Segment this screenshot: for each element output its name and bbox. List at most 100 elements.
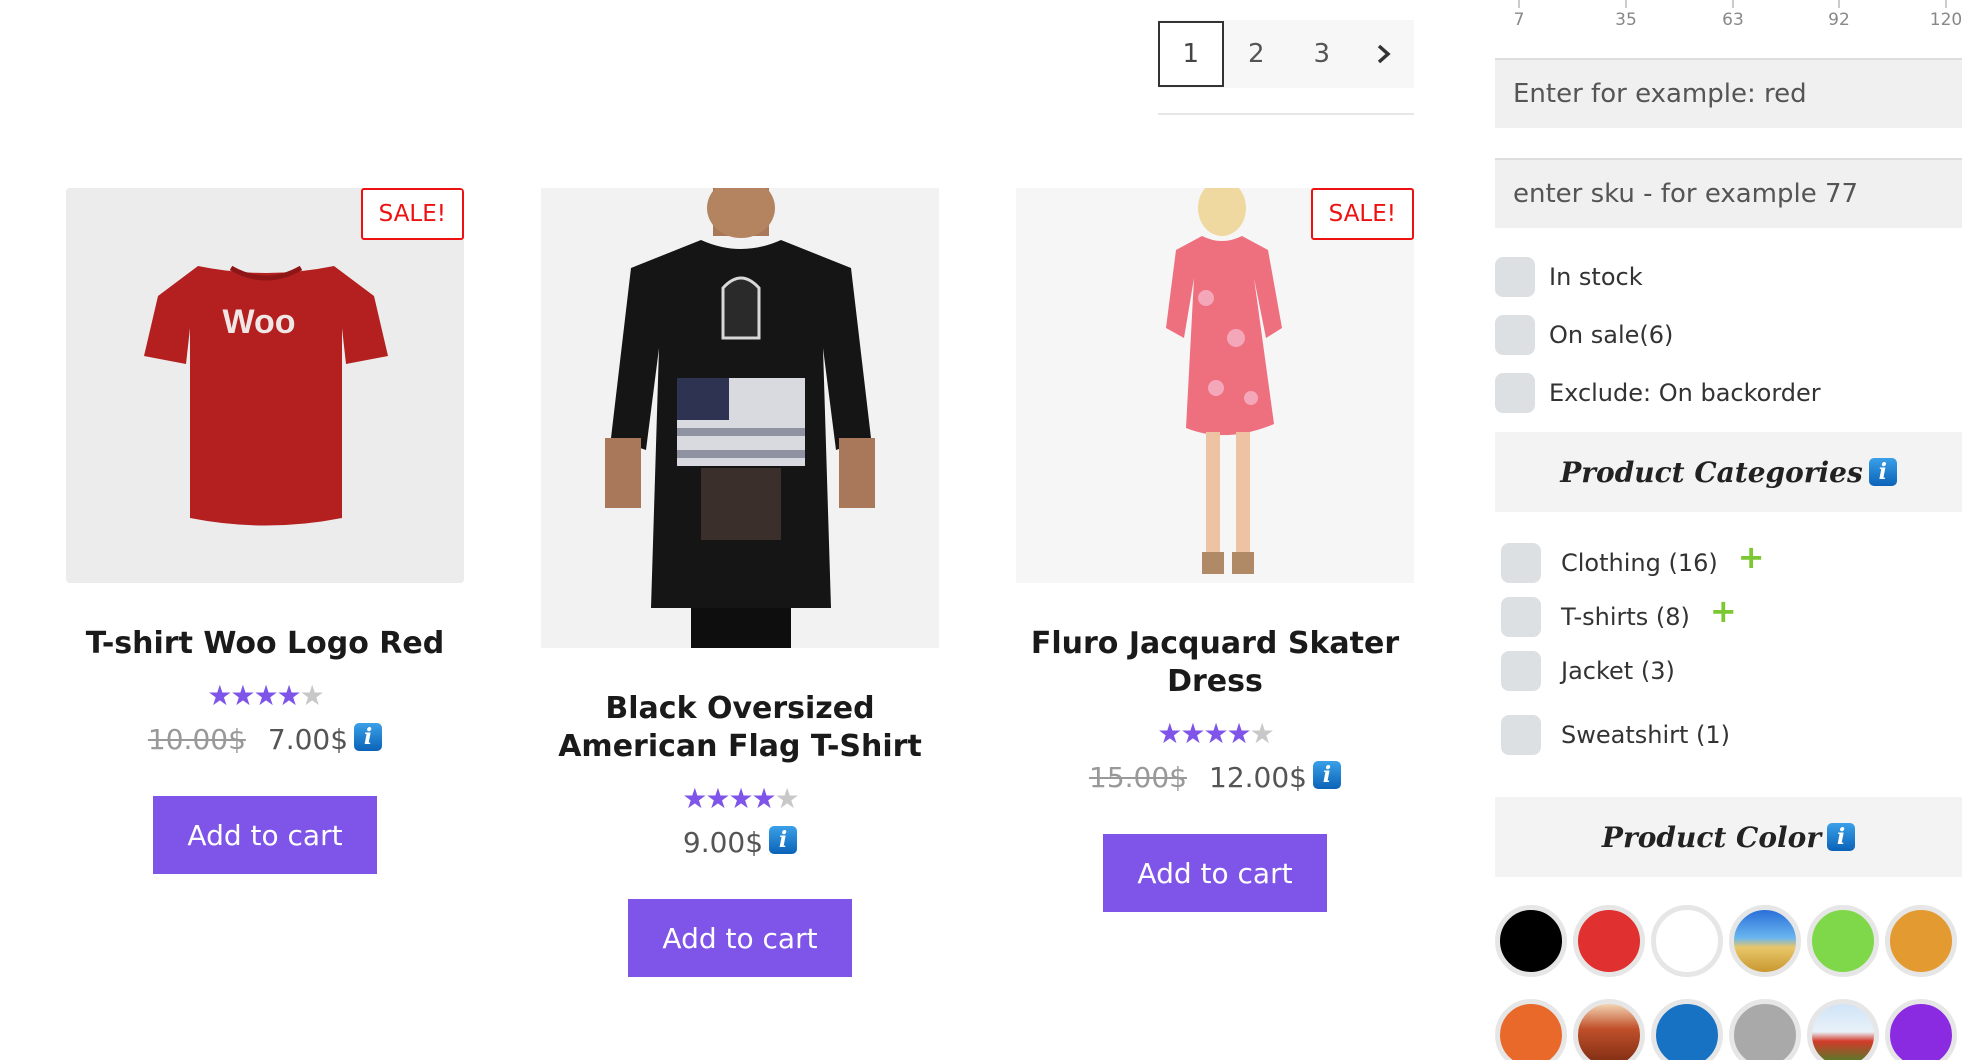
star-rating: ★ ★ ★ ★ ★ [66,681,464,711]
in-stock-checkbox[interactable] [1495,257,1535,297]
plus-icon[interactable]: + [1710,595,1737,627]
product-image[interactable]: SALE! [1016,188,1414,583]
star-icon: ★ [728,782,753,815]
color-swatch-beach-image[interactable] [1729,905,1801,977]
category-item-tshirts[interactable]: T-shirts (8) + [1501,595,1737,637]
sale-price: 7.00$ [267,723,349,756]
next-page-button[interactable] [1354,21,1414,87]
color-swatch-red[interactable] [1573,905,1645,977]
product-color-heading: Product Color i [1495,797,1962,877]
product-image[interactable]: Woo SALE! [66,188,464,583]
category-label: T-shirts (8) [1561,603,1690,631]
color-swatch-blue[interactable] [1651,999,1723,1060]
star-icon: ★ [253,679,278,712]
star-rating: ★ ★ ★ ★ ★ [1016,719,1414,749]
add-to-cart-button[interactable]: Add to cart [153,796,377,874]
star-icon: ★ [705,782,730,815]
color-swatch-green[interactable] [1807,905,1879,977]
page-1-link[interactable]: 1 [1158,21,1224,87]
color-swatch-gray[interactable] [1729,999,1801,1060]
plus-icon[interactable]: + [1738,541,1765,573]
star-icon: ★ [682,782,707,815]
category-checkbox[interactable] [1501,597,1541,637]
product-color-title: Product Color [1601,820,1822,854]
color-swatch-white[interactable] [1651,905,1723,977]
star-empty-icon: ★ [1249,717,1275,750]
scale-label: 63 [1722,10,1744,30]
info-icon[interactable]: i [1868,458,1897,486]
svg-text:Woo: Woo [222,303,295,341]
category-item-clothing[interactable]: Clothing (16) + [1501,541,1765,583]
product-card: Woo SALE! T-shirt Woo Logo Red ★ ★ ★ ★ ★ 10.… [66,188,464,874]
scale-label: 92 [1828,10,1850,30]
star-icon: ★ [1203,717,1228,750]
scale-label: 7 [1513,10,1525,30]
color-swatch-dark-orange[interactable] [1495,999,1567,1060]
in-stock-filter[interactable]: In stock [1495,257,1643,297]
pagination-divider [1158,113,1414,115]
page-3-link[interactable]: 3 [1289,21,1354,87]
product-title[interactable]: Black Oversized American Flag T-Shirt [541,690,939,766]
scale-label: 120 [1929,10,1962,30]
scale-tick [1518,0,1520,8]
star-icon: ★ [207,679,232,712]
info-icon[interactable]: i [354,723,383,751]
product-categories-title: Product Categories [1560,455,1863,489]
on-sale-checkbox[interactable] [1495,315,1535,355]
price: 9.00$ i [541,826,939,859]
exclude-backorder-filter[interactable]: Exclude: On backorder [1495,373,1821,413]
product-title[interactable]: Fluro Jacquard Skater Dress [1016,625,1414,701]
original-price: 10.00$ [147,723,246,756]
add-to-cart-button[interactable]: Add to cart [628,899,852,977]
color-swatch-tulips-image[interactable] [1807,999,1879,1060]
color-swatch-purple[interactable] [1885,999,1957,1060]
color-swatch-black[interactable] [1495,905,1567,977]
black-flag-tshirt-image [541,188,939,648]
category-checkbox[interactable] [1501,651,1541,691]
category-checkbox[interactable] [1501,543,1541,583]
scale-label: 35 [1615,10,1637,30]
product-card: SALE! Fluro Jacquard Skater Dress ★ ★ ★ ★ ★ … [1016,188,1414,912]
category-item-sweatshirt[interactable]: Sweatshirt (1) [1501,715,1730,755]
pagination: 1 2 3 [1158,20,1414,88]
star-icon: ★ [751,782,777,815]
sale-badge: SALE! [360,188,464,240]
category-label: Jacket (3) [1561,657,1675,685]
sale-price: 12.00$ [1209,761,1307,794]
original-price: 15.00$ [1089,761,1187,794]
page-2-link[interactable]: 2 [1224,21,1289,87]
category-label: Clothing (16) [1561,549,1718,577]
color-swatch-autumn-image[interactable] [1573,999,1645,1060]
color-swatch-orange[interactable] [1885,905,1957,977]
price: 15.00$ 12.00$ i [1016,761,1414,794]
price: 10.00$ 7.00$ i [66,723,464,756]
star-icon: ★ [1180,717,1205,750]
product-card: Black Oversized American Flag T-Shirt ★ ★… [541,188,939,977]
exclude-backorder-label: Exclude: On backorder [1549,379,1821,407]
on-sale-filter[interactable]: On sale(6) [1495,315,1673,355]
chevron-right-icon [1378,44,1391,64]
price-range-scale: 7 35 63 92 120 [1495,0,1962,40]
sku-search-input[interactable] [1495,158,1962,228]
info-icon[interactable]: i [1312,761,1341,789]
pink-dress-image [1016,188,1414,583]
color-search-input[interactable] [1495,58,1962,128]
scale-tick [1945,0,1947,8]
star-icon: ★ [276,679,302,712]
category-item-jacket[interactable]: Jacket (3) [1501,651,1675,691]
product-image[interactable] [541,188,939,648]
in-stock-label: In stock [1549,263,1643,291]
star-icon: ★ [230,679,255,712]
category-checkbox[interactable] [1501,715,1541,755]
product-title[interactable]: T-shirt Woo Logo Red [66,625,464,663]
on-sale-label: On sale(6) [1549,321,1674,349]
product-price: 9.00$ [682,826,764,859]
scale-tick [1625,0,1627,8]
add-to-cart-button[interactable]: Add to cart [1103,834,1327,912]
exclude-backorder-checkbox[interactable] [1495,373,1535,413]
scale-tick [1732,0,1734,8]
info-icon[interactable]: i [1827,823,1856,851]
category-label: Sweatshirt (1) [1561,721,1731,749]
info-icon[interactable]: i [769,826,798,854]
product-categories-heading: Product Categories i [1495,432,1962,512]
